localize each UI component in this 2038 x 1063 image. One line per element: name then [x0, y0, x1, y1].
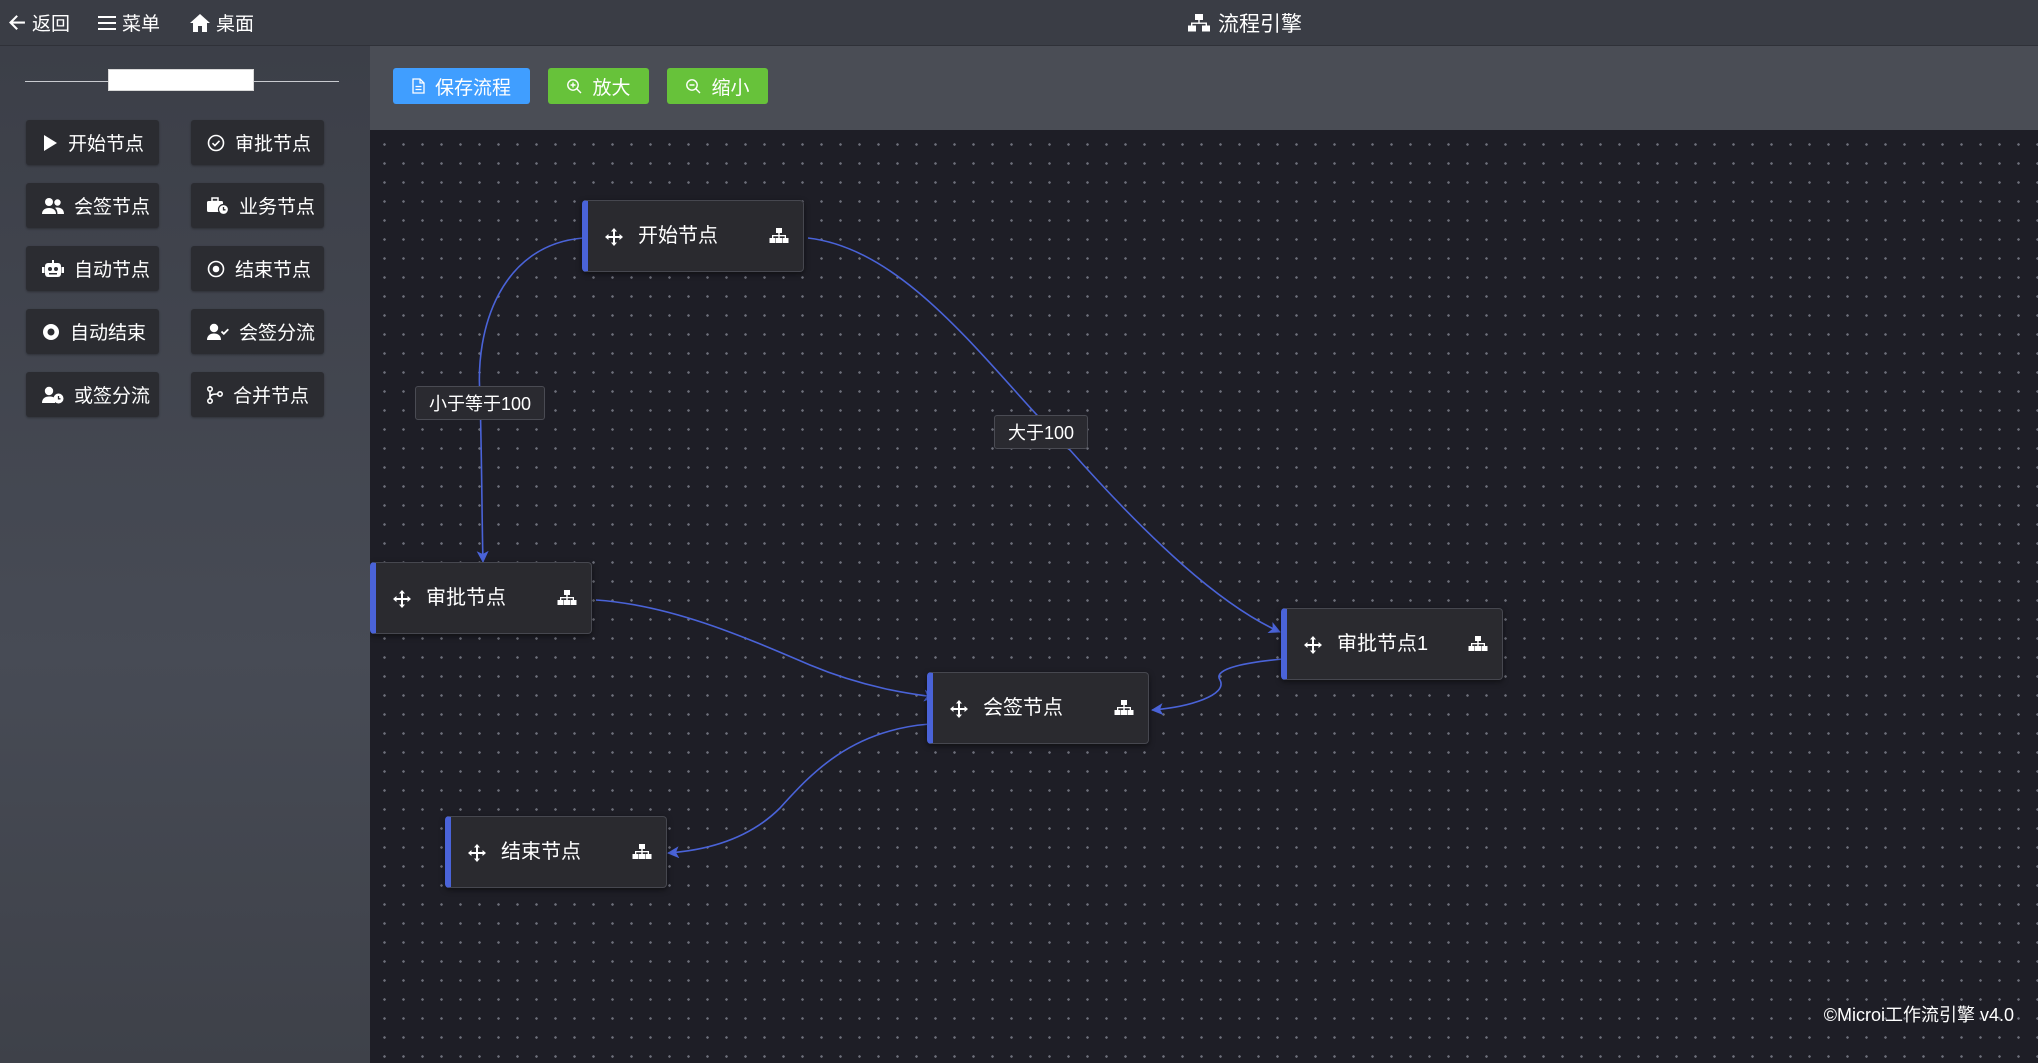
- home-icon: [190, 13, 210, 32]
- menu-button[interactable]: 菜单: [98, 0, 160, 45]
- user-clock-icon: [42, 386, 64, 403]
- page-title-text: 流程引擎: [1218, 12, 1302, 36]
- zoom-out-button[interactable]: 缩小: [667, 68, 768, 104]
- palette-item-or-sign-split[interactable]: 或签分流: [26, 372, 159, 417]
- edge-label-gt-100[interactable]: 大于100: [994, 415, 1089, 449]
- move-icon[interactable]: [1304, 636, 1322, 654]
- dot-circle-icon: [207, 260, 225, 277]
- palette-item-auto-end[interactable]: 自动结束: [26, 309, 159, 354]
- page-title: 流程引擎: [1188, 0, 1302, 45]
- arrow-left-icon: [9, 15, 25, 30]
- check-circle-icon: [207, 134, 225, 151]
- flow-node-approval[interactable]: 审批节点: [370, 562, 592, 634]
- users-icon: [42, 197, 64, 214]
- sitemap-icon[interactable]: [1114, 700, 1134, 716]
- zoom-out-icon: [686, 79, 701, 94]
- flow-node-approval-1[interactable]: 审批节点1: [1281, 608, 1503, 680]
- flow-node-end[interactable]: 结束节点: [445, 816, 667, 888]
- palette-search-input[interactable]: [108, 69, 254, 91]
- edge-countersign-to-end[interactable]: [667, 723, 931, 859]
- sitemap-icon[interactable]: [1468, 636, 1488, 652]
- sitemap-icon[interactable]: [557, 590, 577, 606]
- canvas-toolbar: 保存流程 放大 缩小: [370, 46, 2038, 130]
- flow-canvas[interactable]: 小于等于100 大于100 开始节点 审批节点 审批节点1 会签节点 结束节点 …: [370, 130, 2038, 1063]
- node-label: 会签节点: [983, 697, 1063, 719]
- bars-icon: [98, 15, 116, 30]
- palette-item-countersign-node[interactable]: 会签节点: [26, 183, 159, 228]
- palette-item-approval-node[interactable]: 审批节点: [191, 120, 324, 165]
- sitemap-icon[interactable]: [769, 228, 789, 244]
- briefcase-clock-icon: [207, 196, 229, 215]
- code-branch-icon: [207, 385, 223, 404]
- edge-label-le-100[interactable]: 小于等于100: [415, 386, 546, 420]
- node-label: 审批节点1: [1337, 633, 1429, 655]
- palette-item-label: 自动结束: [70, 323, 147, 344]
- zoom-in-icon: [567, 79, 582, 94]
- palette-item-label: 开始节点: [68, 134, 145, 155]
- zoom-in-label: 放大: [592, 77, 631, 99]
- palette-item-business-node[interactable]: 业务节点: [191, 183, 324, 228]
- back-button[interactable]: 返回: [9, 0, 70, 45]
- user-check-icon: [207, 323, 229, 340]
- flow-node-countersign[interactable]: 会签节点: [927, 672, 1149, 744]
- sitemap-icon: [1188, 13, 1210, 31]
- desktop-label: 桌面: [216, 14, 255, 35]
- palette-item-countersign-split[interactable]: 会签分流: [191, 309, 324, 354]
- palette-item-end-node[interactable]: 结束节点: [191, 246, 324, 291]
- top-bar: 返回 菜单 桌面 流程引擎: [0, 0, 2038, 46]
- zoom-in-button[interactable]: 放大: [548, 68, 649, 104]
- save-flow-button[interactable]: 保存流程: [393, 68, 530, 104]
- palette-item-label: 结束节点: [235, 260, 312, 281]
- desktop-button[interactable]: 桌面: [190, 0, 254, 45]
- node-label: 结束节点: [501, 841, 581, 863]
- node-label: 开始节点: [638, 225, 718, 247]
- edge-approve1-to-countersign[interactable]: [1151, 658, 1284, 716]
- palette-item-merge-node[interactable]: 合并节点: [191, 372, 324, 417]
- move-icon[interactable]: [950, 700, 968, 718]
- palette-item-label: 会签分流: [239, 323, 316, 344]
- palette-item-auto-node[interactable]: 自动节点: [26, 246, 159, 291]
- move-icon[interactable]: [468, 844, 486, 862]
- node-label: 审批节点: [426, 587, 506, 609]
- palette-item-label: 会签节点: [74, 197, 151, 218]
- move-icon[interactable]: [393, 590, 411, 608]
- document-icon: [412, 78, 425, 94]
- menu-label: 菜单: [122, 14, 161, 35]
- sitemap-icon[interactable]: [632, 844, 652, 860]
- edge-approve-to-countersign[interactable]: [595, 599, 936, 702]
- flow-node-start[interactable]: 开始节点: [582, 200, 804, 272]
- copyright-footer: ©Microi工作流引擎 v4.0: [1823, 1005, 2014, 1025]
- save-flow-label: 保存流程: [434, 77, 511, 99]
- node-palette-sidebar: 开始节点 审批节点 会签节点 业务节点 自动节点 结束节点 自动结束 会签分流 …: [0, 46, 370, 1063]
- palette-item-label: 业务节点: [239, 197, 316, 218]
- back-label: 返回: [32, 14, 71, 35]
- palette-item-label: 或签分流: [74, 386, 151, 407]
- play-icon: [44, 134, 57, 151]
- palette-item-start-node[interactable]: 开始节点: [26, 120, 159, 165]
- robot-icon: [42, 259, 64, 277]
- record-icon: [43, 323, 59, 340]
- palette-item-label: 审批节点: [235, 134, 312, 155]
- palette-item-label: 自动节点: [74, 260, 151, 281]
- palette-item-label: 合并节点: [233, 386, 310, 407]
- zoom-out-label: 缩小: [711, 77, 750, 99]
- move-icon[interactable]: [605, 228, 623, 246]
